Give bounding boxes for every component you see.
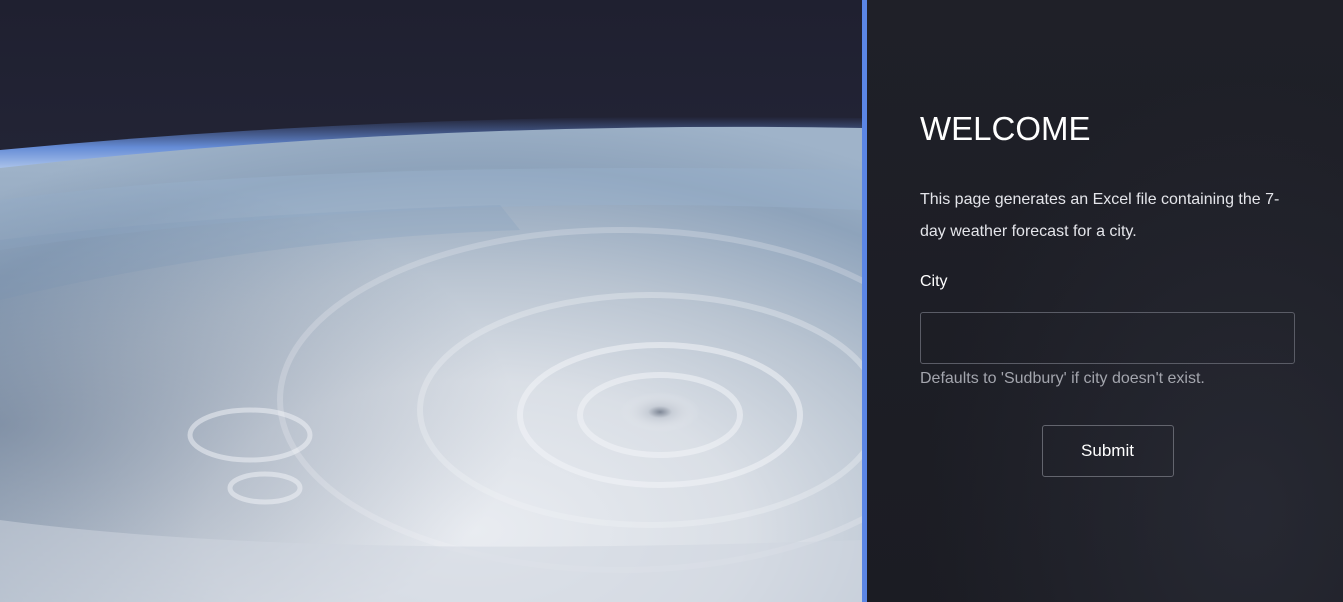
page: WELCOME This page generates an Excel fil…: [0, 0, 1343, 602]
page-title: WELCOME: [920, 110, 1091, 147]
city-help-text: Defaults to 'Sudbury' if city doesn't ex…: [920, 370, 1205, 387]
welcome-form-container: WELCOME This page generates an Excel fil…: [920, 108, 1296, 477]
earth-hurricane-illustration: [0, 0, 862, 602]
city-input[interactable]: [920, 312, 1295, 364]
intro-text: This page generates an Excel file contai…: [920, 191, 1280, 240]
city-label: City: [920, 273, 948, 290]
earth-from-space-image: [0, 0, 862, 602]
submit-button[interactable]: Submit: [1041, 425, 1174, 477]
submit-row: Submit: [920, 425, 1295, 477]
welcome-panel: WELCOME This page generates an Excel fil…: [867, 0, 1343, 602]
